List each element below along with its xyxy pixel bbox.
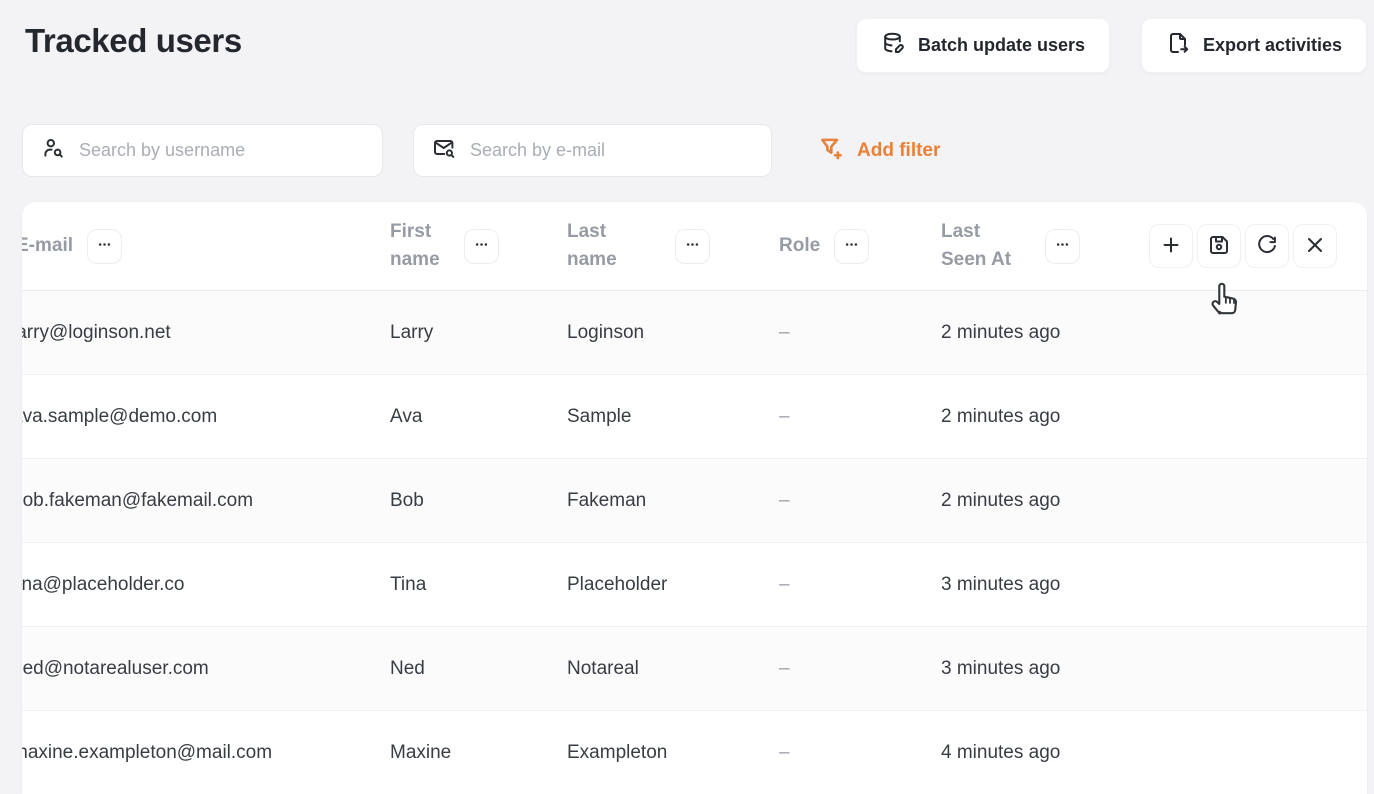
email-search-field bbox=[413, 124, 772, 177]
cell-last-seen: 2 minutes ago bbox=[941, 406, 1132, 428]
cell-email: ava.sample@demo.com bbox=[22, 406, 390, 428]
column-header-email: E-mail bbox=[22, 232, 73, 260]
add-filter-button[interactable]: Add filter bbox=[818, 136, 940, 166]
column-header-last-name: Last name bbox=[567, 218, 631, 274]
page-title: Tracked users bbox=[25, 22, 242, 60]
cell-last-seen: 3 minutes ago bbox=[941, 658, 1132, 680]
batch-update-users-button[interactable]: Batch update users bbox=[856, 18, 1110, 73]
refresh-icon bbox=[1255, 233, 1279, 260]
mail-search-icon bbox=[432, 136, 456, 165]
ellipsis-icon bbox=[474, 237, 489, 255]
role-column-menu-button[interactable] bbox=[834, 229, 869, 264]
cell-last-seen: 2 minutes ago bbox=[941, 490, 1132, 512]
cell-email: bob.fakeman@fakemail.com bbox=[22, 490, 390, 512]
table-row[interactable]: ned@notarealuser.com Ned Notareal – 3 mi… bbox=[22, 627, 1367, 711]
ellipsis-icon bbox=[844, 237, 859, 255]
cell-last-seen: 3 minutes ago bbox=[941, 574, 1132, 596]
cell-role: – bbox=[779, 322, 941, 344]
cell-first-name: Maxine bbox=[390, 742, 567, 764]
ellipsis-icon bbox=[685, 237, 700, 255]
save-icon bbox=[1207, 233, 1231, 260]
export-activities-label: Export activities bbox=[1203, 35, 1342, 56]
cell-email: maxine.exampleton@mail.com bbox=[22, 742, 390, 764]
cell-last-name: Exampleton bbox=[567, 742, 779, 764]
username-search-input[interactable] bbox=[79, 140, 366, 161]
cell-role: – bbox=[779, 490, 941, 512]
cell-last-seen: 4 minutes ago bbox=[941, 742, 1132, 764]
table-row[interactable]: ava.sample@demo.com Ava Sample – 2 minut… bbox=[22, 375, 1367, 459]
email-search-input[interactable] bbox=[470, 140, 755, 161]
add-row-button[interactable] bbox=[1149, 224, 1193, 268]
save-button[interactable] bbox=[1197, 224, 1241, 268]
table-row[interactable]: bob.fakeman@fakemail.com Bob Fakeman – 2… bbox=[22, 459, 1367, 543]
ellipsis-icon bbox=[1055, 237, 1070, 255]
cell-first-name: Tina bbox=[390, 574, 567, 596]
export-activities-button[interactable]: Export activities bbox=[1141, 18, 1367, 73]
column-header-first-name: First name bbox=[390, 218, 454, 274]
cell-email: tina@placeholder.co bbox=[22, 574, 390, 596]
column-header-role: Role bbox=[779, 232, 820, 260]
cell-first-name: Ava bbox=[390, 406, 567, 428]
column-header-last-seen-at: Last Seen At bbox=[941, 218, 1023, 274]
cell-last-seen: 2 minutes ago bbox=[941, 322, 1132, 344]
add-filter-label: Add filter bbox=[857, 140, 940, 162]
cell-last-name: Placeholder bbox=[567, 574, 779, 596]
database-edit-icon bbox=[881, 31, 905, 60]
cell-last-name: Notareal bbox=[567, 658, 779, 680]
last-seen-column-menu-button[interactable] bbox=[1045, 229, 1080, 264]
table-row[interactable]: tina@placeholder.co Tina Placeholder – 3… bbox=[22, 543, 1367, 627]
cell-role: – bbox=[779, 742, 941, 764]
cell-first-name: Larry bbox=[390, 322, 567, 344]
cell-last-name: Loginson bbox=[567, 322, 779, 344]
file-export-icon bbox=[1166, 31, 1190, 60]
ellipsis-icon bbox=[97, 237, 112, 255]
username-search-field bbox=[22, 124, 383, 177]
cell-last-name: Fakeman bbox=[567, 490, 779, 512]
cell-role: – bbox=[779, 574, 941, 596]
close-button[interactable] bbox=[1293, 224, 1337, 268]
last-name-column-menu-button[interactable] bbox=[675, 229, 710, 264]
table-header-row: E-mail First name Last name bbox=[22, 202, 1367, 291]
close-icon bbox=[1303, 233, 1327, 260]
cell-role: – bbox=[779, 658, 941, 680]
cell-email: larry@loginson.net bbox=[22, 322, 390, 344]
cell-role: – bbox=[779, 406, 941, 428]
user-search-icon bbox=[41, 136, 65, 165]
cell-first-name: Bob bbox=[390, 490, 567, 512]
first-name-column-menu-button[interactable] bbox=[464, 229, 499, 264]
tracked-users-table: E-mail First name Last name bbox=[22, 202, 1367, 794]
cell-email: ned@notarealuser.com bbox=[22, 658, 390, 680]
cell-last-name: Sample bbox=[567, 406, 779, 428]
filter-plus-icon bbox=[818, 135, 844, 167]
table-row[interactable]: maxine.exampleton@mail.com Maxine Exampl… bbox=[22, 711, 1367, 794]
email-column-menu-button[interactable] bbox=[87, 229, 122, 264]
batch-update-users-label: Batch update users bbox=[918, 35, 1085, 56]
table-row[interactable]: larry@loginson.net Larry Loginson – 2 mi… bbox=[22, 291, 1367, 375]
refresh-button[interactable] bbox=[1245, 224, 1289, 268]
plus-icon bbox=[1159, 233, 1183, 260]
cell-first-name: Ned bbox=[390, 658, 567, 680]
